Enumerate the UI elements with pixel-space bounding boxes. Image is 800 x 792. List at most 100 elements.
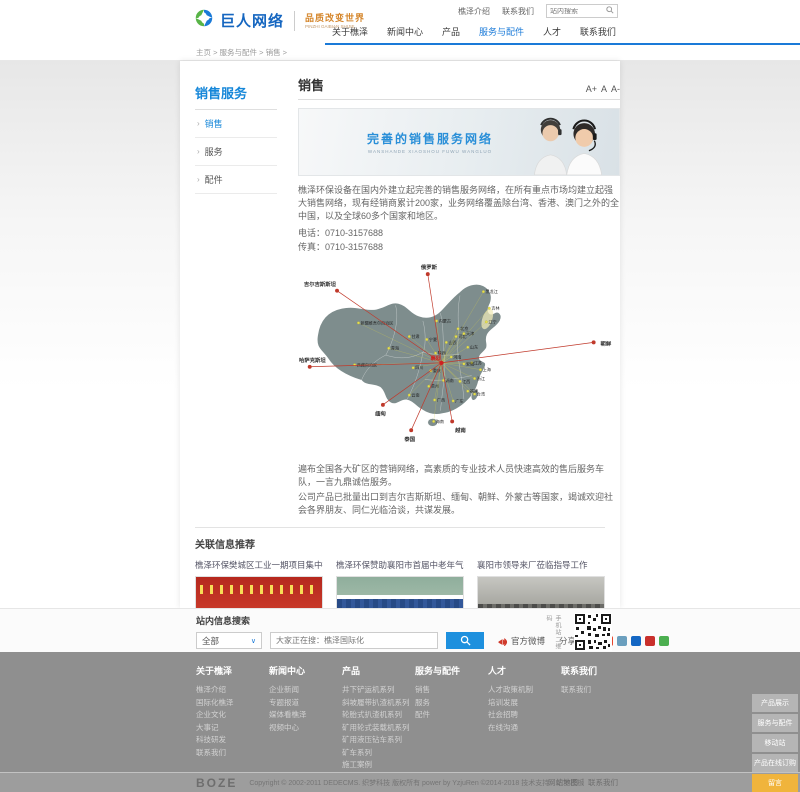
map-province-label: 上海 (483, 366, 491, 372)
nav-item-about[interactable]: 关于樵泽 (328, 20, 372, 43)
footer-link[interactable]: 井下铲运机系列 (342, 684, 415, 697)
topbar-link-intro[interactable]: 樵泽介绍 (458, 6, 490, 17)
map-province-label: 新疆维吾尔自治区 (361, 319, 394, 325)
related-card[interactable]: 樵泽环保赞助襄阳市首届中老年气排球比赛圆 樵泽环保赞助襄阳市首届中老年气排球比赛… (336, 559, 464, 608)
bottom-links-divider: | (582, 777, 584, 788)
wechat-share-icon[interactable] (659, 636, 669, 646)
floating-toolbar: 产品展示服务与配件移动站产品在线订购留言∧ (752, 694, 798, 792)
footer-link[interactable]: 销售 (415, 684, 488, 697)
footer-link[interactable]: 矿用液压钻车系列 (342, 734, 415, 747)
footer-column-products: 产品井下铲运机系列斜坡履带扒渣机系列轮胎式扒渣机系列矿用轮式装载机系列矿用液压钻… (342, 664, 415, 772)
footer-link[interactable]: 轮胎式扒渣机系列 (342, 709, 415, 722)
nav-item-talent[interactable]: 人才 (539, 20, 565, 43)
copyright-text: Copyright © 2002-2011 DEDECMS. 织梦科技 版权所有… (249, 778, 584, 788)
footer-link[interactable]: 矿车系列 (342, 747, 415, 760)
map-country-label: 越南 (454, 426, 466, 434)
nav-item-contact[interactable]: 联系我们 (576, 20, 620, 43)
breadcrumb[interactable]: 主页 > 服务与配件 > 销售 > (0, 45, 800, 61)
footer-link[interactable]: 联系我们 (196, 747, 269, 760)
footer-column-title: 联系我们 (561, 664, 634, 677)
footer-column-title: 新闻中心 (269, 664, 342, 677)
nav-item-service-parts[interactable]: 服务与配件 (475, 20, 528, 43)
news-photo-volleyball (336, 576, 464, 608)
map-province-dot (467, 390, 470, 393)
map-country-dot (308, 365, 312, 369)
footer-link[interactable]: 施工案例 (342, 759, 415, 772)
renren-share-icon[interactable] (645, 636, 655, 646)
sitemap-link[interactable]: 网站地图 (548, 777, 578, 788)
search-icon[interactable] (606, 6, 614, 16)
float-online-order-button[interactable]: 产品在线订购 (752, 754, 798, 772)
sidebar: 销售服务 › 销售 › 服务 › 配件 (195, 83, 277, 194)
news-photo-opening-ceremony (195, 576, 323, 608)
map-country-label: 哈萨克斯坦 (299, 356, 326, 364)
footer-column-about: 关于樵泽樵泽介绍国际化樵泽企业文化大事记科技研发联系我们 (196, 664, 269, 772)
footer-link[interactable]: 矿用轮式装载机系列 (342, 722, 415, 735)
footer-link[interactable]: 在线沟通 (488, 722, 561, 735)
float-message-button[interactable]: 留言 (752, 774, 798, 792)
map-country-dot (592, 341, 596, 345)
footer-link[interactable]: 社会招聘 (488, 709, 561, 722)
map-province-dot (473, 377, 476, 380)
map-province-label: 四川 (415, 365, 423, 370)
footer-link[interactable]: 国际化樵泽 (196, 697, 269, 710)
footer-link[interactable]: 樵泽介绍 (196, 684, 269, 697)
related-section: 关联信息推荐 樵泽环保樊城区工业一期项目集中投产仪式 项目位于樊城区万州大道南侧… (195, 527, 605, 608)
footer-column-service-parts: 服务与配件销售服务配件 (415, 664, 488, 772)
footer-link[interactable]: 媒体看樵泽 (269, 709, 342, 722)
footer-link[interactable]: 科技研发 (196, 734, 269, 747)
footer-link[interactable]: 人才政策机制 (488, 684, 561, 697)
footer-link[interactable]: 专题报道 (269, 697, 342, 710)
site-search-input[interactable] (550, 8, 606, 15)
site-search-box[interactable] (546, 4, 618, 18)
sidebar-item-service[interactable]: › 服务 (195, 138, 277, 166)
map-province-dot (488, 307, 491, 310)
logo-divider (294, 11, 295, 31)
topbar-link-contact[interactable]: 联系我们 (502, 6, 534, 17)
footer-column-talent: 人才人才政策机制培训发展社会招聘在线沟通 (488, 664, 561, 772)
search-category-select[interactable]: 全部 ∨ (196, 632, 262, 649)
map-province-dot (463, 363, 466, 366)
band-search-button[interactable] (446, 632, 484, 649)
float-service-parts-button[interactable]: 服务与配件 (752, 714, 798, 732)
footer-link[interactable]: 企业文化 (196, 709, 269, 722)
sales-paragraph-1: 樵泽环保设备在国内外建立起完善的销售服务网络，在所有重点市场均建立起强大销售网络… (298, 184, 620, 223)
nav-item-products[interactable]: 产品 (438, 20, 464, 43)
sidebar-item-parts[interactable]: › 配件 (195, 166, 277, 194)
font-increase-button[interactable]: A+ (586, 84, 597, 94)
map-province-dot (445, 341, 448, 344)
footer-link[interactable]: 服务 (415, 697, 488, 710)
contact-link[interactable]: 联系我们 (588, 777, 618, 788)
map-country-dot (450, 420, 454, 424)
content-column: 销售服务 › 销售 › 服务 › 配件 销售 A+ (180, 61, 620, 608)
related-card[interactable]: 襄阳市领导来厂莅临指导工作 襄阳市领导来厂莅临指导工作... (477, 559, 605, 608)
map-province-label: 安徽 (466, 360, 474, 366)
footer-link[interactable]: 配件 (415, 709, 488, 722)
font-size-controls: A+ A A- (586, 84, 620, 94)
band-search-input[interactable] (270, 632, 438, 649)
footer-link[interactable]: 联系我们 (561, 684, 634, 697)
footer-link[interactable]: 斜坡履带扒渣机系列 (342, 697, 415, 710)
font-normal-button[interactable]: A (601, 84, 607, 94)
tencent-weibo-share-icon[interactable] (617, 636, 627, 646)
sidebar-item-sales[interactable]: › 销售 (195, 110, 277, 138)
footer-link[interactable]: 视频中心 (269, 722, 342, 735)
map-province-label: 江西 (462, 378, 470, 384)
related-card[interactable]: 樵泽环保樊城区工业一期项目集中投产仪式 项目位于樊城区万州大道南侧，占地64亩，… (195, 559, 323, 608)
footer-link[interactable]: 大事记 (196, 722, 269, 735)
footer-link[interactable]: 培训发展 (488, 697, 561, 710)
map-province-label: 广东 (455, 398, 463, 404)
official-weibo-link[interactable]: 官方微博 (498, 635, 545, 647)
mobile-site-qr-code (574, 613, 612, 651)
map-province-label: 吉林 (491, 305, 499, 311)
float-mobile-site-button[interactable]: 移动站 (752, 734, 798, 752)
topbar: 樵泽介绍 联系我们 (458, 4, 618, 18)
float-products-button[interactable]: 产品展示 (752, 694, 798, 712)
footer-link[interactable]: 企业新闻 (269, 684, 342, 697)
font-decrease-button[interactable]: A- (611, 84, 620, 94)
header: 巨人网络 品质改变世界 PINZHI GAIBIAN SHIJIE 樵泽介绍 联… (0, 0, 800, 45)
nav-item-news[interactable]: 新闻中心 (383, 20, 427, 43)
qq-share-icon[interactable] (631, 636, 641, 646)
map-province-label: 内蒙古 (439, 318, 451, 324)
map-country-label: 缅甸 (375, 410, 386, 418)
